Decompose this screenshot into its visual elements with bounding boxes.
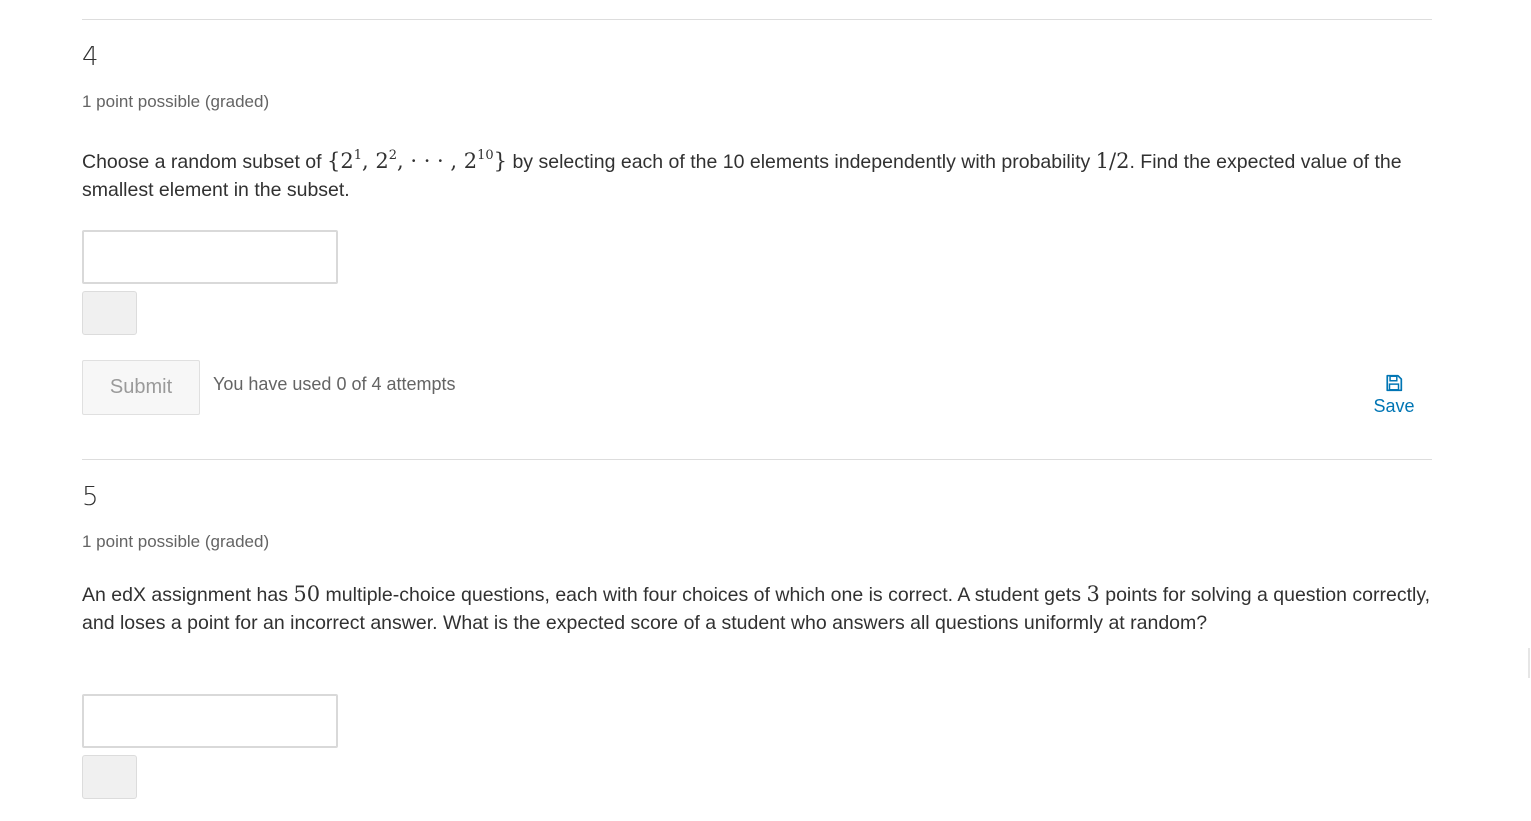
math-probability: 1/2 [1095,149,1130,173]
prompt-text: An edX assignment has [82,584,294,606]
submit-button[interactable]: Submit [82,360,200,415]
floppy-disk-icon [1386,374,1403,392]
problem-page: 4 1 point possible (graded) Choose a ran… [0,0,1531,821]
save-button[interactable]: Save [1364,374,1424,417]
answer-input[interactable] [82,694,338,748]
answer-status-indicator [82,755,137,799]
problem-prompt: An edX assignment has 50 multiple-choice… [82,580,1432,637]
points-possible: 1 point possible (graded) [82,92,270,111]
problem-number: 5 [82,482,99,512]
math-exponent: 2 [388,148,397,163]
math-token: {2 [326,149,354,173]
divider [82,19,1432,20]
problem-prompt: Choose a random subset of {21, 22, · · ·… [82,143,1432,204]
prompt-text: by selecting each of the 10 elements ind… [507,151,1096,173]
save-label: Save [1373,396,1415,416]
math-points: 3 [1086,582,1100,606]
prompt-text: multiple-choice questions, each with fou… [320,584,1087,606]
math-question-count: 50 [293,582,321,606]
problem-number: 4 [82,42,99,72]
prompt-text: Choose a random subset of [82,151,327,173]
math-token: , 2 [362,149,389,173]
math-exponent: 10 [477,148,494,163]
answer-input[interactable] [82,230,338,284]
math-token: , · · · , 2 [397,149,478,173]
math-exponent: 1 [353,148,362,163]
math-token: } [493,149,508,173]
scrollbar[interactable] [1528,648,1530,678]
attempts-text: You have used 0 of 4 attempts [213,374,456,394]
divider [82,459,1432,460]
answer-status-indicator [82,291,137,335]
points-possible: 1 point possible (graded) [82,532,270,551]
math-set: {21, 22, · · · , 210} [326,148,508,173]
